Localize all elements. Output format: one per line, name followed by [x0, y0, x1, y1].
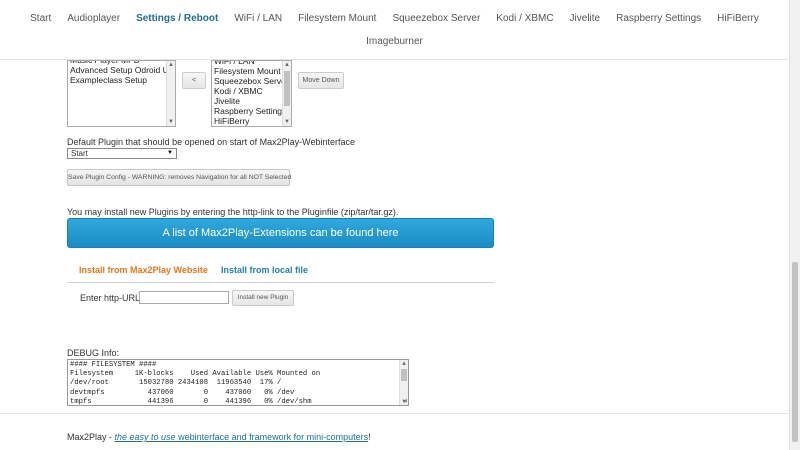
- list-item[interactable]: Kodi / XBMC: [214, 86, 289, 96]
- nav-row-primary: Start Audioplayer Settings / Reboot WiFi / …: [0, 12, 789, 26]
- list-item[interactable]: HiFiBerry: [214, 116, 289, 126]
- active-plugins-items: WiFi / LAN Filesystem Mount Squeezebox Ser…: [214, 61, 289, 126]
- footer-link[interactable]: the easy to use webinterface and framewo…: [115, 432, 369, 442]
- debug-content: #### FILESYSTEM #### Filesystem 1K-block…: [70, 361, 321, 406]
- available-plugins-items: Music Player MPD Advanced Setup Odroid U3…: [70, 61, 173, 85]
- nav-item-imageburner[interactable]: Imageburner: [358, 35, 431, 49]
- top-navigation: Start Audioplayer Settings / Reboot WiFi / …: [0, 0, 789, 60]
- footer-link-text: webinterface and framework for mini-comp…: [175, 432, 369, 442]
- active-plugins-list[interactable]: WiFi / LAN Filesystem Mount Squeezebox Ser…: [211, 60, 292, 127]
- tab-install-from-local-file[interactable]: Install from local file: [221, 265, 308, 275]
- save-plugin-config-button[interactable]: Save Plugin Config - WARNING: removes Na…: [67, 169, 291, 186]
- footer-brand: Max2Play: [67, 432, 107, 442]
- list-item[interactable]: Jivelite: [214, 96, 289, 106]
- nav-row-secondary: Imageburner: [0, 35, 789, 49]
- available-plugins-scrollbar[interactable]: ▲ ▼: [166, 61, 175, 126]
- nav-item-filesystem-mount[interactable]: Filesystem Mount: [290, 12, 384, 26]
- footer-separator: -: [106, 432, 115, 442]
- default-plugin-select[interactable]: Start ▼: [67, 148, 177, 159]
- nav-item-hifiberry[interactable]: HiFiBerry: [709, 12, 767, 26]
- footer: Max2Play - the easy to use webinterface …: [67, 432, 371, 442]
- nav-item-start[interactable]: Start: [22, 12, 59, 26]
- url-label: Enter http-URL: [80, 293, 141, 303]
- extensions-list-button[interactable]: A list of Max2Play-Extensions can be fou…: [67, 218, 494, 248]
- install-tabs: Install from Max2Play Website Install fr…: [67, 263, 494, 283]
- install-instructions: You may install new Plugins by entering …: [67, 207, 399, 217]
- move-left-button[interactable]: <: [182, 72, 206, 89]
- list-item[interactable]: Squeezebox Server: [214, 76, 289, 86]
- scroll-up-icon[interactable]: ▲: [167, 61, 175, 69]
- footer-end: !: [368, 432, 371, 442]
- install-plugin-button[interactable]: Install new Plugin: [232, 290, 294, 306]
- list-item[interactable]: Advanced Setup Odroid U3: [70, 65, 173, 75]
- debug-label: DEBUG Info:: [67, 348, 120, 358]
- nav-item-squeezebox-server[interactable]: Squeezebox Server: [384, 12, 488, 26]
- resize-grip-icon[interactable]: ◢: [403, 398, 407, 404]
- tab-install-from-website[interactable]: Install from Max2Play Website: [79, 265, 208, 275]
- default-plugin-value: Start: [71, 149, 88, 158]
- scroll-down-icon[interactable]: ▼: [167, 118, 175, 126]
- list-item[interactable]: Filesystem Mount: [214, 66, 289, 76]
- nav-item-jivelite[interactable]: Jivelite: [562, 12, 609, 26]
- nav-item-wifi-lan[interactable]: WiFi / LAN: [226, 12, 290, 26]
- url-input[interactable]: [139, 291, 229, 304]
- scroll-down-icon[interactable]: ▼: [283, 118, 291, 126]
- page-scrollbar-thumb[interactable]: [792, 262, 798, 442]
- active-plugins-scrollbar-thumb[interactable]: [284, 71, 290, 106]
- debug-scrollbar-thumb[interactable]: [401, 369, 407, 381]
- nav-item-raspberry-settings[interactable]: Raspberry Settings: [608, 12, 709, 26]
- list-item[interactable]: Exampleclass Setup: [70, 75, 173, 85]
- footer-divider: [0, 413, 789, 414]
- default-plugin-label: Default Plugin that should be opened on …: [67, 137, 356, 147]
- scroll-up-icon[interactable]: ▲: [283, 61, 291, 69]
- list-item[interactable]: Raspberry Settings: [214, 106, 289, 116]
- move-down-button[interactable]: Move Down: [298, 72, 344, 89]
- debug-textarea[interactable]: #### FILESYSTEM #### Filesystem 1K-block…: [67, 359, 409, 406]
- footer-link-emphasis: the easy to use: [114, 432, 176, 442]
- nav-item-audioplayer[interactable]: Audioplayer: [59, 12, 128, 26]
- page-scrollbar[interactable]: [789, 0, 800, 450]
- chevron-down-icon: ▼: [167, 150, 173, 156]
- active-plugins-scrollbar[interactable]: ▲ ▼: [282, 61, 291, 126]
- nav-item-settings-reboot[interactable]: Settings / Reboot: [128, 12, 226, 26]
- nav-item-kodi-xbmc[interactable]: Kodi / XBMC: [488, 12, 561, 26]
- scroll-up-icon[interactable]: ▲: [400, 360, 408, 368]
- available-plugins-list[interactable]: Music Player MPD Advanced Setup Odroid U3…: [67, 60, 176, 127]
